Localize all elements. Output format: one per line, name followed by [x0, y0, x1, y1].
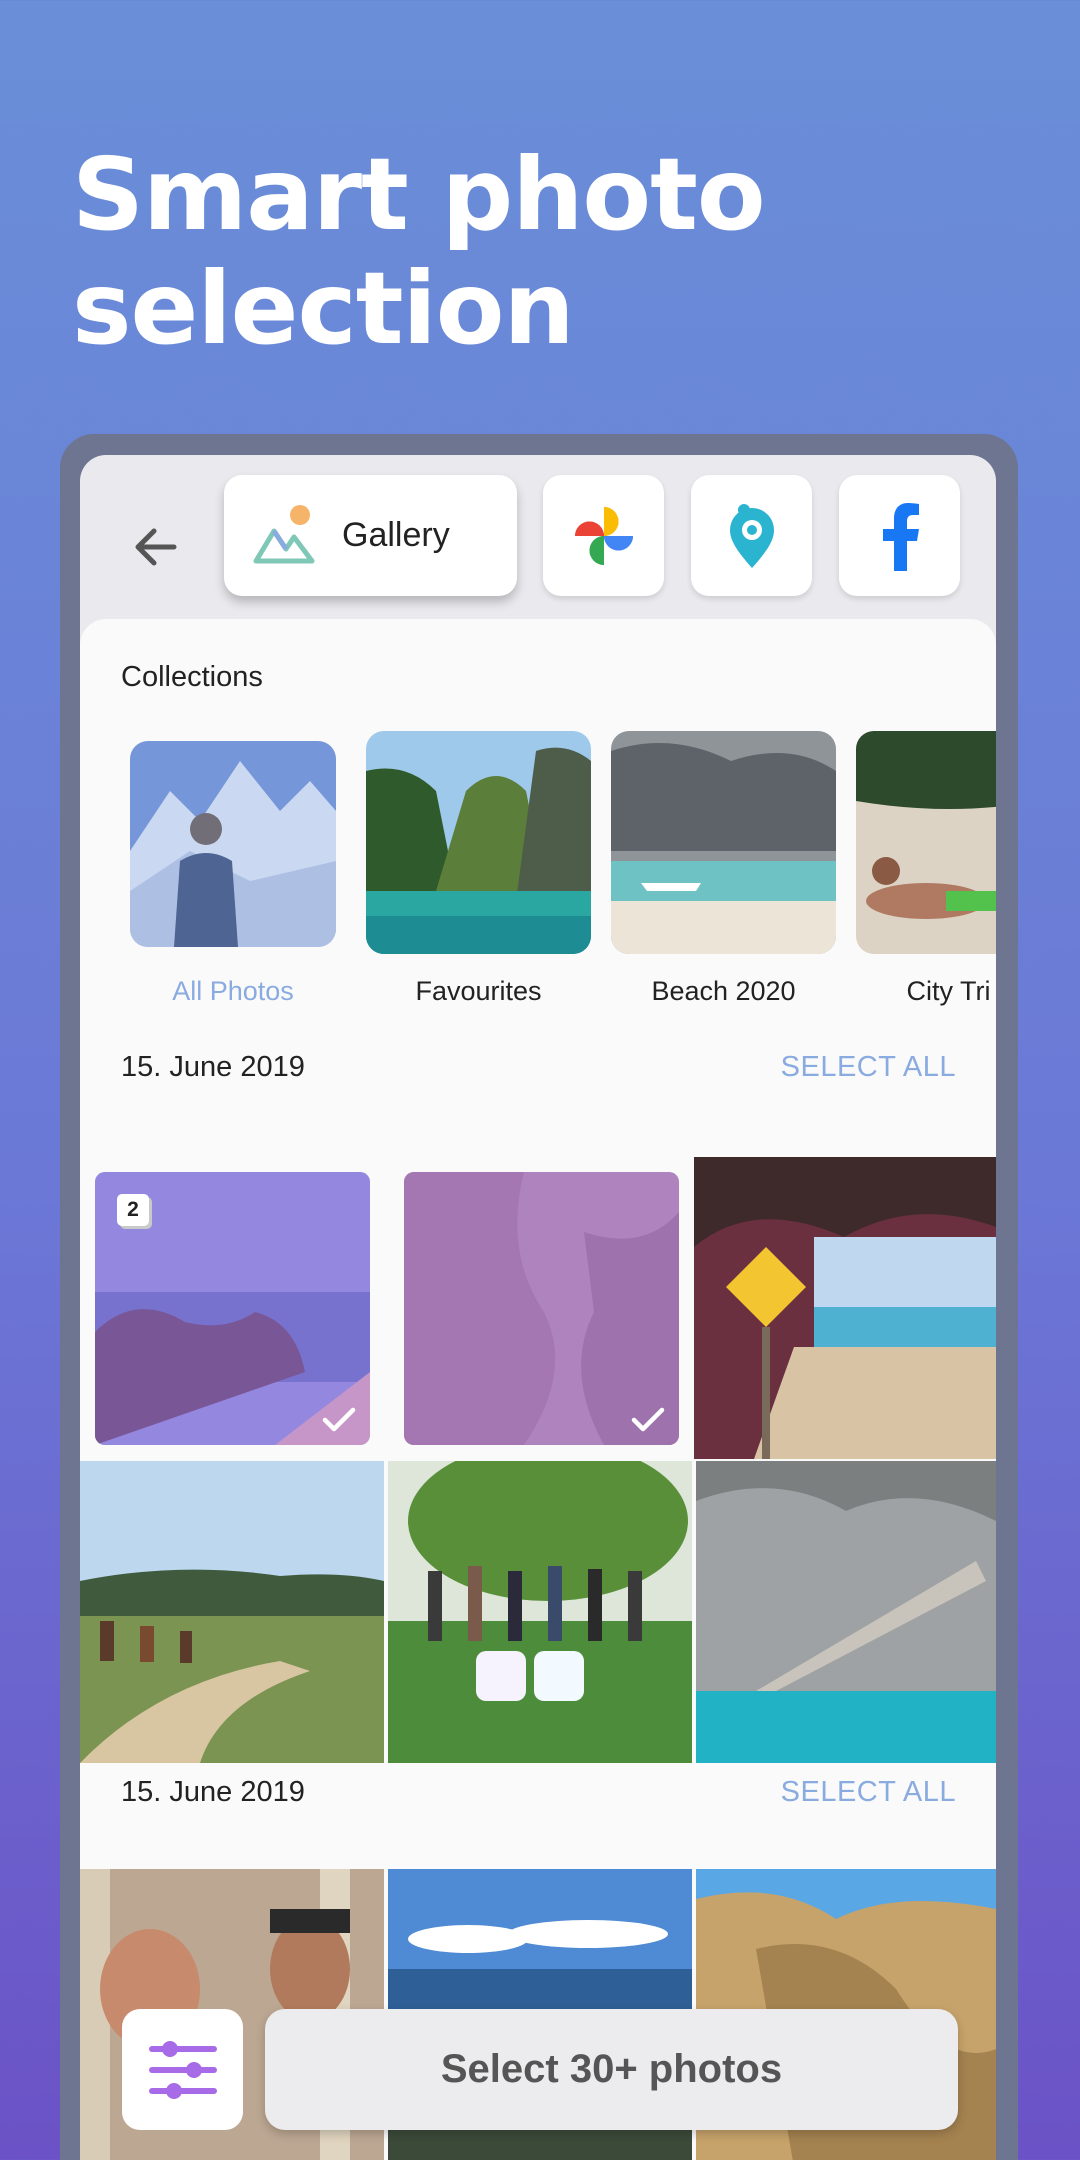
collection-favourites[interactable]: Favourites [366, 731, 591, 1006]
source-tab-gallery[interactable]: Gallery [224, 475, 517, 596]
select-all-button[interactable]: SELECT ALL [781, 1776, 956, 1809]
photo-tile[interactable] [696, 1461, 996, 1763]
collection-label: Favourites [415, 976, 542, 1006]
collection-thumbnail [366, 731, 591, 954]
collection-thumbnail [856, 731, 996, 954]
gallery-icon [253, 504, 315, 563]
polarsteps-icon [729, 503, 774, 568]
selection-overlay [404, 1172, 679, 1445]
checkmark-icon [322, 1407, 356, 1432]
back-button[interactable] [120, 511, 192, 583]
app-screen: Gallery Collections All Photos Favourite… [80, 455, 996, 2160]
select-photos-button[interactable]: Select 30+ photos [265, 2009, 958, 2130]
source-tab-polarsteps[interactable] [691, 475, 812, 596]
date-label: 15. June 2019 [121, 1776, 305, 1808]
collection-label: All Photos [172, 976, 294, 1006]
select-all-button[interactable]: SELECT ALL [781, 1051, 956, 1084]
collection-all-photos[interactable]: All Photos [130, 731, 336, 1006]
photo-tile[interactable] [80, 1461, 384, 1763]
collection-beach-2020[interactable]: Beach 2020 [611, 731, 836, 1006]
photo-tile-selected[interactable]: 2 [95, 1172, 370, 1445]
arrow-left-icon [135, 528, 177, 566]
photo-tile[interactable] [694, 1157, 996, 1459]
selection-count-badge: 2 [117, 1194, 149, 1226]
facebook-icon [882, 502, 919, 571]
date-group-header: 15. June 2019 SELECT ALL [80, 1039, 996, 1099]
filter-button[interactable] [122, 2009, 243, 2130]
collection-label: City Tri [906, 976, 991, 1006]
headline: Smart photo selection [72, 136, 766, 367]
photo-browser[interactable]: Collections All Photos Favourites Beach … [80, 619, 996, 2160]
collection-city-trip[interactable]: City Tri [856, 731, 996, 1006]
source-tab-facebook[interactable] [839, 475, 960, 596]
date-group-header: 15. June 2019 SELECT ALL [80, 1764, 996, 1824]
photo-tile-selected[interactable] [404, 1172, 679, 1445]
source-tab-google-photos[interactable] [543, 475, 664, 596]
date-label: 15. June 2019 [121, 1051, 305, 1083]
collection-thumbnail [611, 731, 836, 954]
google-photos-icon [574, 506, 633, 565]
collection-thumbnail [130, 741, 336, 947]
photo-tile[interactable] [388, 1461, 692, 1763]
checkmark-icon [631, 1407, 665, 1432]
collections-title: Collections [121, 661, 263, 693]
bottom-action-bar: Select 30+ photos [80, 2009, 996, 2159]
collection-label: Beach 2020 [651, 976, 796, 1006]
source-tab-gallery-label: Gallery [342, 516, 450, 554]
sliders-icon [148, 2040, 217, 2099]
source-bar: Gallery [80, 455, 996, 625]
